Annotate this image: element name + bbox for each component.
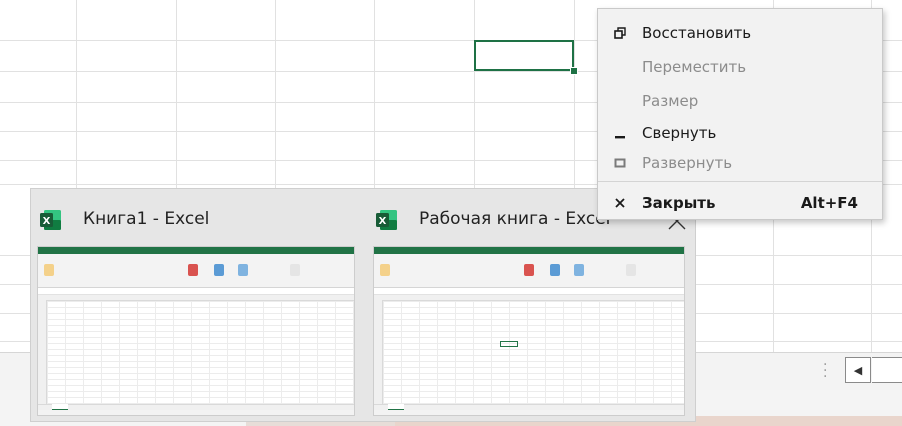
preview-thumbnail [373, 246, 685, 416]
menu-item-label: Восстановить [642, 24, 752, 42]
preview-header: X Книга1 - Excel [31, 189, 365, 241]
minimize-icon [612, 125, 628, 141]
preview-title: Книга1 - Excel [83, 209, 210, 229]
active-cell[interactable] [474, 40, 574, 71]
svg-text:X: X [379, 216, 387, 227]
horizontal-scrollbar[interactable] [872, 357, 902, 383]
menu-item-shortcut: Alt+F4 [800, 194, 858, 212]
menu-item-size: Размер [598, 87, 882, 116]
svg-text:X: X [43, 216, 51, 227]
triangle-left-icon: ◀ [853, 363, 863, 377]
excel-icon: X [376, 210, 397, 230]
window-context-menu: Восстановить Переместить Размер Свернуть… [597, 8, 883, 220]
taskbar-preview-panel: X Книга1 - Excel X Рабочая книга - Excel [30, 188, 696, 422]
menu-item-move: Переместить [598, 53, 882, 82]
preview-window-2[interactable]: X Рабочая книга - Excel [367, 189, 695, 421]
preview-title: Рабочая книга - Excel [419, 209, 611, 229]
menu-item-label: Переместить [642, 58, 747, 76]
menu-item-label: Развернуть [642, 154, 733, 172]
close-icon [612, 195, 628, 211]
menu-item-label: Свернуть [642, 124, 717, 142]
splitter-handle[interactable]: · · · [823, 358, 827, 384]
excel-icon: X [40, 210, 61, 230]
menu-item-close[interactable]: Закрыть Alt+F4 [598, 189, 882, 218]
scroll-left-button[interactable]: ◀ [845, 357, 871, 383]
preview-window-1[interactable]: X Книга1 - Excel [31, 189, 365, 421]
maximize-icon [612, 155, 628, 171]
menu-item-minimize[interactable]: Свернуть [598, 119, 882, 148]
preview-thumbnail [37, 246, 355, 416]
menu-item-label: Размер [642, 92, 699, 110]
fill-handle[interactable] [570, 67, 578, 75]
menu-item-restore[interactable]: Восстановить [598, 19, 882, 48]
menu-item-label: Закрыть [642, 194, 716, 212]
menu-item-maximize: Развернуть [598, 149, 882, 178]
menu-separator [598, 181, 882, 182]
restore-icon [612, 25, 628, 41]
